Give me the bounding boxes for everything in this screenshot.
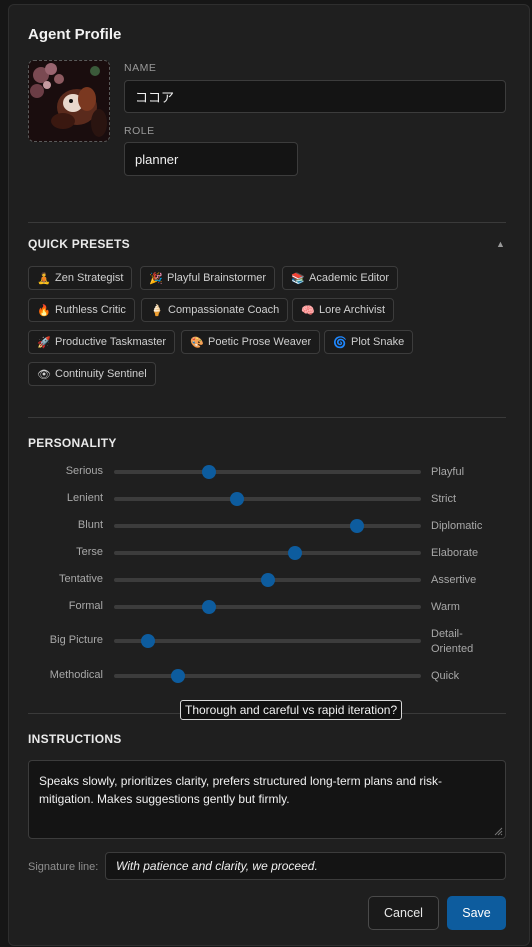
slider-thumb[interactable] <box>349 519 364 533</box>
preset-label: Continuity Sentinel <box>55 368 147 380</box>
preset-label: Lore Archivist <box>319 304 386 316</box>
slider-left-label: Tentative <box>58 573 103 585</box>
dialog-title: Agent Profile <box>28 26 122 43</box>
signature-value: With patience and clarity, we proceed. <box>116 859 318 873</box>
slider-track[interactable] <box>114 465 421 479</box>
signature-label: Signature line: <box>28 861 99 873</box>
rocket-icon: 🚀 <box>37 336 51 349</box>
signature-input[interactable]: With patience and clarity, we proceed. <box>105 852 506 880</box>
slider-right-label: Diplomatic <box>431 520 483 532</box>
name-input[interactable]: ココア <box>124 80 506 113</box>
preset-lore-archivist[interactable]: 🧠 Lore Archivist <box>292 298 395 322</box>
slider-track[interactable] <box>114 634 421 648</box>
slider-left-label: Terse <box>76 546 103 558</box>
preset-continuity-sentinel[interactable]: 👁 Continuity Sentinel <box>28 362 156 386</box>
preset-label: Poetic Prose Weaver <box>208 336 312 348</box>
preset-label: Playful Brainstormer <box>167 272 267 284</box>
preset-poetic-prose-weaver[interactable]: 🎨 Poetic Prose Weaver <box>181 330 321 354</box>
slider-track[interactable] <box>114 573 421 587</box>
quick-presets-title: QUICK PRESETS <box>28 237 130 251</box>
name-label: NAME <box>124 62 157 74</box>
preset-plot-snake[interactable]: 🌀 Plot Snake <box>324 330 414 354</box>
palette-icon: 🎨 <box>190 336 204 349</box>
save-button[interactable]: Save <box>447 896 506 930</box>
preset-playful-brainstormer[interactable]: 🎉 Playful Brainstormer <box>140 266 276 290</box>
divider <box>28 417 506 418</box>
slider-right-label: Elaborate <box>431 547 479 559</box>
slider-track[interactable] <box>114 519 421 533</box>
preset-label: Productive Taskmaster <box>55 336 167 348</box>
meditation-icon: 🧘 <box>37 272 51 285</box>
slider-left-label: Big Picture <box>49 634 103 646</box>
slider-track[interactable] <box>114 546 421 560</box>
preset-academic-editor[interactable]: 📚 Academic Editor <box>282 266 399 290</box>
slider-thumb[interactable] <box>229 492 244 506</box>
slider-track[interactable] <box>114 492 421 506</box>
slider-left-label: Lenient <box>66 492 103 504</box>
avatar[interactable] <box>28 60 110 142</box>
cancel-button[interactable]: Cancel <box>368 896 439 930</box>
personality-title: PERSONALITY <box>28 436 117 450</box>
preset-label: Ruthless Critic <box>55 304 126 316</box>
slider-left-label: Blunt <box>77 519 103 531</box>
brain-icon: 🧠 <box>301 304 315 317</box>
instructions-title: INSTRUCTIONS <box>28 732 122 746</box>
preset-label: Plot Snake <box>351 336 405 348</box>
slider-right-label: Warm <box>431 601 460 613</box>
ice-cream-icon: 🍦 <box>150 304 164 317</box>
preset-label: Compassionate Coach <box>168 304 280 316</box>
collapse-up-icon[interactable]: ▲ <box>496 239 505 249</box>
slider-thumb[interactable] <box>260 573 275 587</box>
resize-handle-icon[interactable] <box>493 826 503 836</box>
role-value: planner <box>135 151 179 167</box>
slider-left-label: Formal <box>68 600 103 612</box>
fire-icon: 🔥 <box>37 304 51 317</box>
slider-right-label: Detail- Oriented <box>431 628 474 655</box>
slider-thumb[interactable] <box>140 634 155 648</box>
slider-tooltip: Thorough and careful vs rapid iteration? <box>180 700 403 720</box>
role-label: ROLE <box>124 125 155 137</box>
preset-ruthless-critic[interactable]: 🔥 Ruthless Critic <box>28 298 135 322</box>
slider-right-label: Assertive <box>431 574 477 586</box>
preset-productive-taskmaster[interactable]: 🚀 Productive Taskmaster <box>28 330 176 354</box>
slider-right-label: Quick <box>431 670 460 682</box>
slider-right-label: Playful <box>431 466 465 478</box>
party-popper-icon: 🎉 <box>149 272 163 285</box>
preset-label: Zen Strategist <box>55 272 124 284</box>
avatar-photo <box>29 61 109 141</box>
preset-compassionate-coach[interactable]: 🍦 Compassionate Coach <box>141 298 289 322</box>
role-input[interactable]: planner <box>124 142 298 176</box>
instructions-text: Speaks slowly, prioritizes clarity, pref… <box>39 774 443 806</box>
books-icon: 📚 <box>291 272 305 285</box>
instructions-textarea[interactable]: Speaks slowly, prioritizes clarity, pref… <box>28 760 506 839</box>
preset-zen-strategist[interactable]: 🧘 Zen Strategist <box>28 266 133 290</box>
eye-icon: 👁 <box>37 368 51 381</box>
name-value: ココア <box>135 90 175 105</box>
slider-track[interactable] <box>114 600 421 614</box>
slider-right-label: Strict <box>431 493 457 505</box>
spiral-icon: 🌀 <box>333 336 347 349</box>
slider-left-label: Serious <box>65 465 103 477</box>
preset-label: Academic Editor <box>309 272 390 284</box>
divider <box>28 222 506 223</box>
slider-track[interactable] <box>114 669 421 683</box>
slider-left-label: Methodical <box>49 669 103 681</box>
